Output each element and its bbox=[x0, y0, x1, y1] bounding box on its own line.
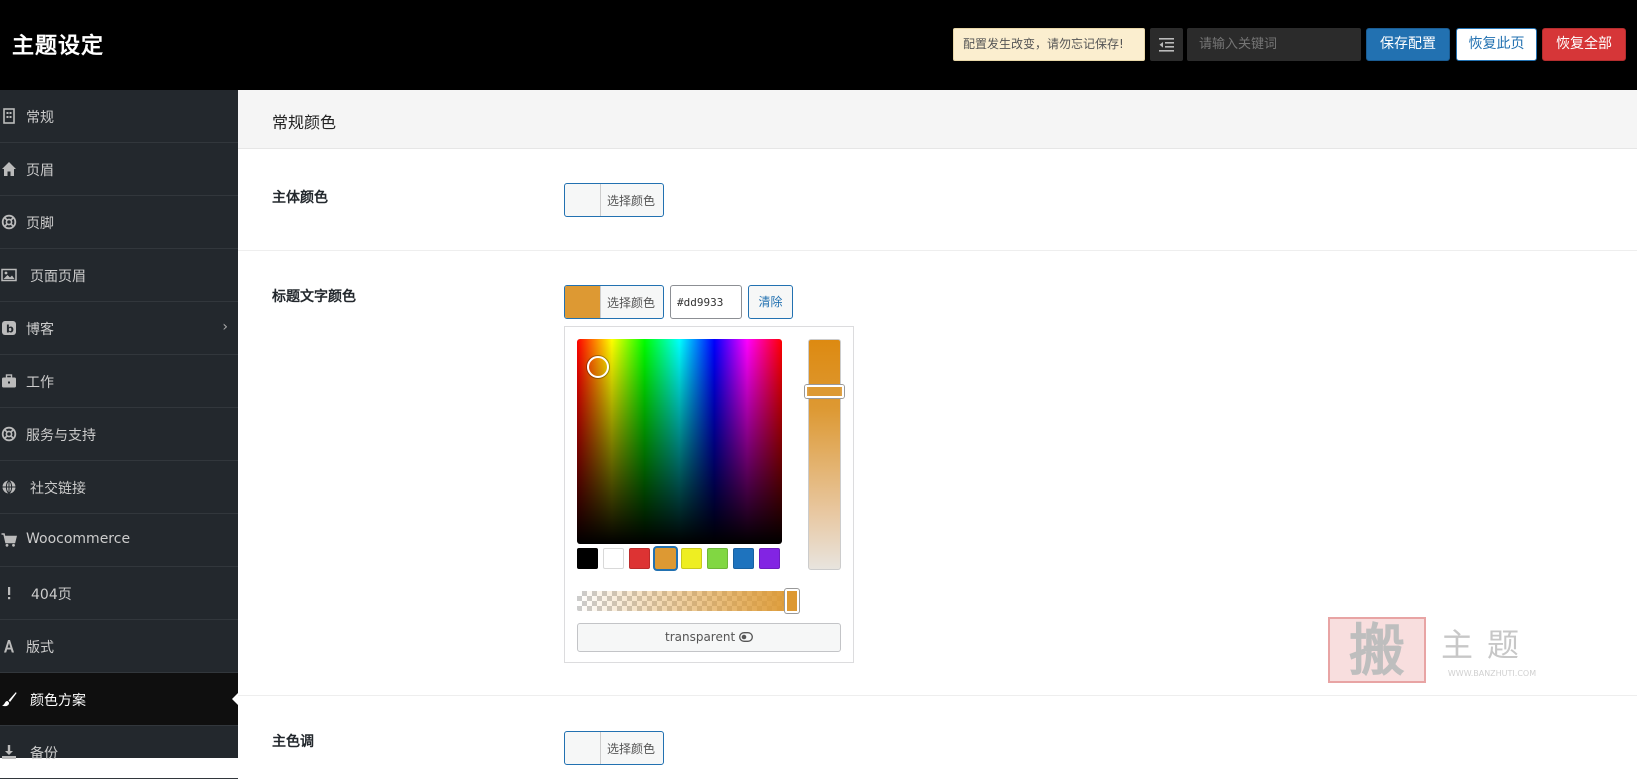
field-label: 标题文字颜色 bbox=[272, 289, 356, 305]
sidebar-item-backup[interactable]: 备份 bbox=[0, 726, 238, 779]
sidebar-item-blog[interactable]: b 博客 › bbox=[0, 302, 238, 355]
palette-swatch-blue[interactable] bbox=[733, 548, 754, 569]
image-icon bbox=[1, 268, 17, 282]
indent-icon bbox=[1159, 38, 1174, 52]
watermark-url: WWW.BANZHUTI.COM bbox=[1448, 669, 1536, 678]
sidebar-item-typography[interactable]: 版式 bbox=[0, 620, 238, 673]
watermark-seal-text: 搬 bbox=[1349, 618, 1405, 684]
reset-all-button[interactable]: 恢复全部 bbox=[1542, 28, 1626, 61]
sidebar-item-label: 备份 bbox=[30, 746, 58, 762]
alpha-slider[interactable] bbox=[577, 591, 797, 611]
select-color-button[interactable]: 选择颜色 bbox=[564, 731, 664, 765]
unsaved-notice: 配置发生改变，请勿忘记保存! bbox=[953, 28, 1145, 61]
color-swatch bbox=[565, 286, 601, 318]
hue-slider[interactable] bbox=[808, 339, 841, 570]
sidebar-item-label: Woocommerce bbox=[26, 531, 131, 547]
sidebar-item-footer[interactable]: 页脚 bbox=[0, 196, 238, 249]
building-icon bbox=[3, 108, 15, 124]
spectrum-handle[interactable] bbox=[587, 356, 609, 378]
color-swatch bbox=[565, 184, 601, 216]
sidebar-item-social-links[interactable]: 社交链接 bbox=[0, 461, 238, 514]
field-primary-tone: 主色调 选择颜色 bbox=[238, 696, 1637, 776]
field-label: 主体颜色 bbox=[272, 190, 328, 206]
field-body-color: 主体颜色 选择颜色 bbox=[238, 150, 1637, 251]
sidebar-item-label: 页脚 bbox=[26, 216, 54, 232]
sidebar-item-page-header[interactable]: 页面页眉 bbox=[0, 249, 238, 302]
paint-brush-icon bbox=[2, 692, 17, 707]
hex-color-input[interactable] bbox=[670, 285, 742, 319]
sidebar-item-support[interactable]: 服务与支持 bbox=[0, 408, 238, 461]
sidebar-item-label: 版式 bbox=[26, 640, 54, 656]
section-header: 常规颜色 bbox=[238, 90, 1637, 149]
bold-icon: b bbox=[2, 321, 16, 336]
sidebar-item-woocommerce[interactable]: Woocommerce bbox=[0, 514, 238, 567]
transparent-toggle-button[interactable]: transparent bbox=[577, 623, 841, 652]
sidebar-item-label: 博客 bbox=[26, 322, 54, 338]
top-header: 主题设定 配置发生改变，请勿忘记保存! 保存配置 恢复此页 恢复全部 bbox=[0, 0, 1637, 90]
watermark-text: 主题 bbox=[1441, 626, 1533, 664]
sidebar-item-label: 页眉 bbox=[26, 163, 54, 179]
sidebar-item-label: 颜色方案 bbox=[30, 693, 86, 709]
sidebar-item-label: 社交链接 bbox=[30, 481, 86, 497]
palette-swatch-green[interactable] bbox=[707, 548, 728, 569]
hue-slider-handle[interactable] bbox=[805, 385, 844, 398]
sidebar-item-color-scheme[interactable]: 颜色方案 bbox=[0, 673, 238, 726]
globe-icon bbox=[2, 480, 16, 494]
palette-swatch-black[interactable] bbox=[577, 548, 598, 569]
alpha-slider-handle[interactable] bbox=[785, 589, 799, 613]
transparent-label: transparent bbox=[664, 630, 736, 644]
watermark-seal-icon: 搬 主题 WWW.BANZHUTI.COM bbox=[1328, 617, 1536, 684]
sidebar-item-label: 工作 bbox=[26, 375, 54, 391]
search-input[interactable] bbox=[1187, 28, 1361, 61]
sidebar-item-404[interactable]: 404页 bbox=[0, 567, 238, 620]
sidebar-item-label: 404页 bbox=[31, 587, 72, 603]
home-icon bbox=[2, 162, 16, 176]
lifebuoy-icon bbox=[1, 426, 17, 442]
select-color-button[interactable]: 选择颜色 bbox=[564, 183, 664, 217]
palette-swatch-white[interactable] bbox=[603, 548, 624, 569]
page-title: 主题设定 bbox=[12, 34, 105, 59]
svg-text:b: b bbox=[6, 323, 14, 336]
save-button[interactable]: 保存配置 bbox=[1366, 28, 1450, 61]
select-color-label: 选择颜色 bbox=[607, 194, 656, 208]
color-picker: transparent bbox=[564, 326, 854, 663]
exclamation-icon bbox=[8, 587, 11, 600]
palette-swatch-yellow[interactable] bbox=[681, 548, 702, 569]
sidebar-item-label: 服务与支持 bbox=[26, 428, 96, 444]
sidebar-item-label: 常规 bbox=[26, 110, 54, 126]
palette-swatch-red[interactable] bbox=[629, 548, 650, 569]
select-color-button[interactable]: 选择颜色 bbox=[564, 285, 664, 319]
lifebuoy-icon bbox=[1, 214, 17, 230]
sidebar-item-label: 页面页眉 bbox=[30, 269, 86, 285]
field-label: 主色调 bbox=[272, 734, 314, 750]
font-icon bbox=[4, 640, 14, 653]
watermark-logo: 搬 主题 WWW.BANZHUTI.COM bbox=[1327, 616, 1557, 686]
sidebar-item-work[interactable]: 工作 bbox=[0, 355, 238, 408]
sidebar-nav: 常规 页眉 页脚 页面页眉 b 博客 › 工作 服务与支持 社交链接 Wooco… bbox=[0, 90, 238, 779]
color-swatch bbox=[565, 732, 601, 764]
cart-icon bbox=[1, 533, 17, 547]
palette-swatch-orange[interactable] bbox=[655, 548, 676, 569]
section-title: 常规颜色 bbox=[272, 113, 337, 132]
palette-swatch-purple[interactable] bbox=[759, 548, 780, 569]
select-color-label: 选择颜色 bbox=[607, 742, 656, 756]
briefcase-icon bbox=[2, 374, 16, 388]
sidebar-item-header[interactable]: 页眉 bbox=[0, 143, 238, 196]
clear-color-button[interactable]: 清除 bbox=[748, 285, 793, 319]
chevron-right-icon: › bbox=[222, 319, 228, 335]
reset-page-button[interactable]: 恢复此页 bbox=[1456, 28, 1537, 61]
expand-toggle-button[interactable] bbox=[1150, 28, 1183, 61]
sidebar-item-general[interactable]: 常规 bbox=[0, 90, 238, 143]
toggle-icon bbox=[739, 632, 753, 642]
select-color-label: 选择颜色 bbox=[607, 296, 656, 310]
